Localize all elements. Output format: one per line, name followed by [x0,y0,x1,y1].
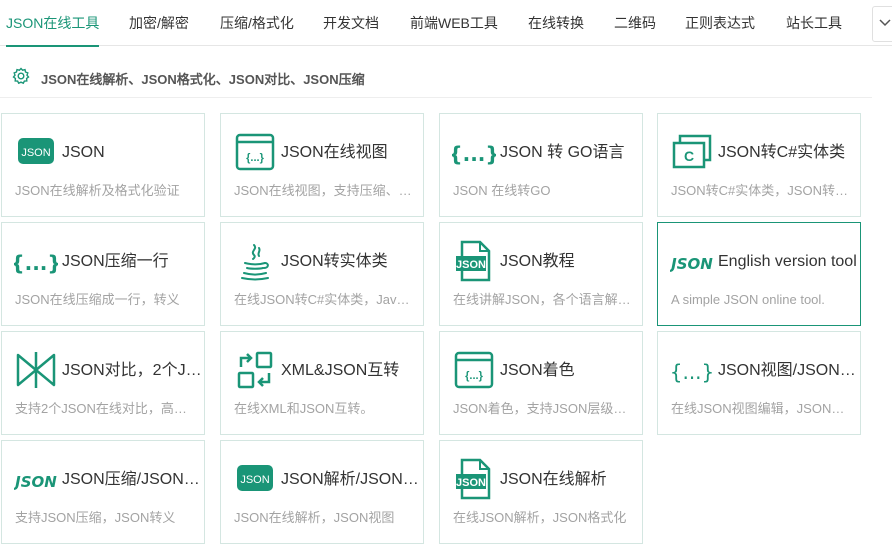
svg-text:JSON: JSON [456,477,486,489]
card-title: JSON解析/JSON格式化 [281,471,421,488]
tool-card-json-compress-escape[interactable]: JSON JSON压缩/JSON转义 支持JSON压缩，JSON转义 [1,440,205,544]
card-title: JSON压缩一行 [62,253,169,270]
tool-card-json-to-csharp[interactable]: C JSON转C#实体类 JSON转C#实体类，JSON转Java实体类 [657,113,861,217]
tool-card-json-parse-format[interactable]: JSON JSON解析/JSON格式化 JSON在线解析，JSON视图 [220,440,424,544]
card-desc: 在线JSON解析，JSON格式化 [453,510,627,525]
card-desc: JSON着色，支持JSON层级展开 [453,401,635,416]
card-desc: JSON在线解析，JSON视图 [234,510,395,525]
svg-text:{...}: {...} [452,142,496,166]
compare-icon [14,348,58,392]
nav-more-button[interactable] [872,6,892,42]
json-badge-icon: JSON [233,457,277,501]
card-desc: JSON转C#实体类，JSON转Java实体类 [671,183,853,198]
svg-text:JSON: JSON [240,474,269,486]
section-header: JSON在线解析、JSON格式化、JSON对比、JSON压缩 [0,56,872,98]
card-title: JSON教程 [500,253,575,270]
tool-card-json-compare[interactable]: JSON对比，2个JSON对比 支持2个JSON在线对比，高亮差异 [1,331,205,435]
card-title: JSON转C#实体类 [718,144,846,161]
json-file-icon: JSON [452,239,496,283]
tab-qrcode[interactable]: 二维码 [614,0,656,46]
card-title: JSON视图/JSON编辑 [718,362,858,379]
card-title: JSON在线视图 [281,144,388,161]
card-title: English version tool [718,253,857,270]
json-logo-icon: JSON [14,457,58,501]
json-badge-icon: JSON [14,130,58,174]
card-title: JSON着色 [500,362,575,379]
svg-text:JSON: JSON [14,473,57,491]
card-desc: 在线讲解JSON，各个语言解析JSON [453,292,635,307]
tool-card-json-online-parse[interactable]: JSON JSON在线解析 在线JSON解析，JSON格式化 [439,440,643,544]
svg-text:{...}: {...} [465,370,483,382]
top-nav: JSON在线工具 加密/解密 压缩/格式化 开发文档 前端WEB工具 在线转换 … [0,0,892,47]
tool-card-english-version[interactable]: JSON English version tool A simple JSON … [657,222,861,326]
tab-webmaster-tools[interactable]: 站长工具 [786,0,842,46]
svg-text:JSON: JSON [670,255,713,273]
section-title-text: JSON在线解析、JSON格式化、JSON对比、JSON压缩 [41,72,365,87]
svg-text:JSON: JSON [21,147,50,159]
svg-text:C: C [684,148,694,164]
tab-regex[interactable]: 正则表达式 [685,0,755,46]
tab-online-convert[interactable]: 在线转换 [528,0,584,46]
tool-card-json-tutorial[interactable]: JSON JSON教程 在线讲解JSON，各个语言解析JSON [439,222,643,326]
svg-text:{...}: {...} [246,152,264,164]
csharp-class-icon: C [670,130,714,174]
card-title: JSON在线解析 [500,471,607,488]
card-desc: 在线JSON视图编辑，JSON格式化 [671,401,853,416]
card-title: JSON转实体类 [281,253,388,270]
card-title: JSON对比，2个JSON对比 [62,362,202,379]
tab-json-tools[interactable]: JSON在线工具 [6,0,100,47]
tool-card-json-to-entity[interactable]: JSON转实体类 在线JSON转C#实体类，Java实体类 [220,222,424,326]
curly-braces-icon: {...} [670,348,714,392]
curly-braces-icon: {...} [14,239,58,283]
card-desc: JSON 在线转GO [453,183,551,198]
convert-icon [233,348,277,392]
tool-card-json-view[interactable]: {...} JSON在线视图 JSON在线视图，支持压缩、转义 [220,113,424,217]
json-logo-icon: JSON [670,239,714,283]
window-braces-icon: {...} [452,348,496,392]
card-desc: 支持JSON压缩，JSON转义 [15,510,176,525]
card-title: JSON压缩/JSON转义 [62,471,202,488]
chevron-down-icon [879,19,891,27]
tool-card-json-view-edit[interactable]: {...} JSON视图/JSON编辑 在线JSON视图编辑，JSON格式化 [657,331,861,435]
card-desc: 在线XML和JSON互转。 [234,401,374,416]
tool-card-json-color[interactable]: {...} JSON着色 JSON着色，支持JSON层级展开 [439,331,643,435]
card-desc: JSON在线压缩成一行，转义 [15,292,180,307]
card-title: JSON 转 GO语言 [500,144,625,161]
svg-text:{...}: {...} [670,360,714,384]
tool-card-json-compress-line[interactable]: {...} JSON压缩一行 JSON在线压缩成一行，转义 [1,222,205,326]
tab-dev-docs[interactable]: 开发文档 [323,0,379,46]
tab-encrypt-decrypt[interactable]: 加密/解密 [129,0,189,46]
card-desc: JSON在线解析及格式化验证 [15,183,180,198]
card-desc: 在线JSON转C#实体类，Java实体类 [234,292,416,307]
tool-card-json[interactable]: JSON JSON JSON在线解析及格式化验证 [1,113,205,217]
tool-card-json-to-go[interactable]: {...} JSON 转 GO语言 JSON 在线转GO [439,113,643,217]
gear-icon [12,67,30,85]
tab-compress-format[interactable]: 压缩/格式化 [220,0,294,46]
java-cup-icon [233,239,277,283]
curly-braces-icon: {...} [452,130,496,174]
svg-text:{...}: {...} [14,251,58,275]
json-file-icon: JSON [452,457,496,501]
card-desc: A simple JSON online tool. [671,292,825,307]
card-title: JSON [62,144,105,161]
tool-card-xml-json-convert[interactable]: XML&JSON互转 在线XML和JSON互转。 [220,331,424,435]
window-braces-icon: {...} [233,130,277,174]
card-desc: 支持2个JSON在线对比，高亮差异 [15,401,197,416]
svg-text:JSON: JSON [456,259,486,271]
card-desc: JSON在线视图，支持压缩、转义 [234,183,416,198]
tab-web-tools[interactable]: 前端WEB工具 [410,0,498,46]
card-title: XML&JSON互转 [281,362,400,379]
